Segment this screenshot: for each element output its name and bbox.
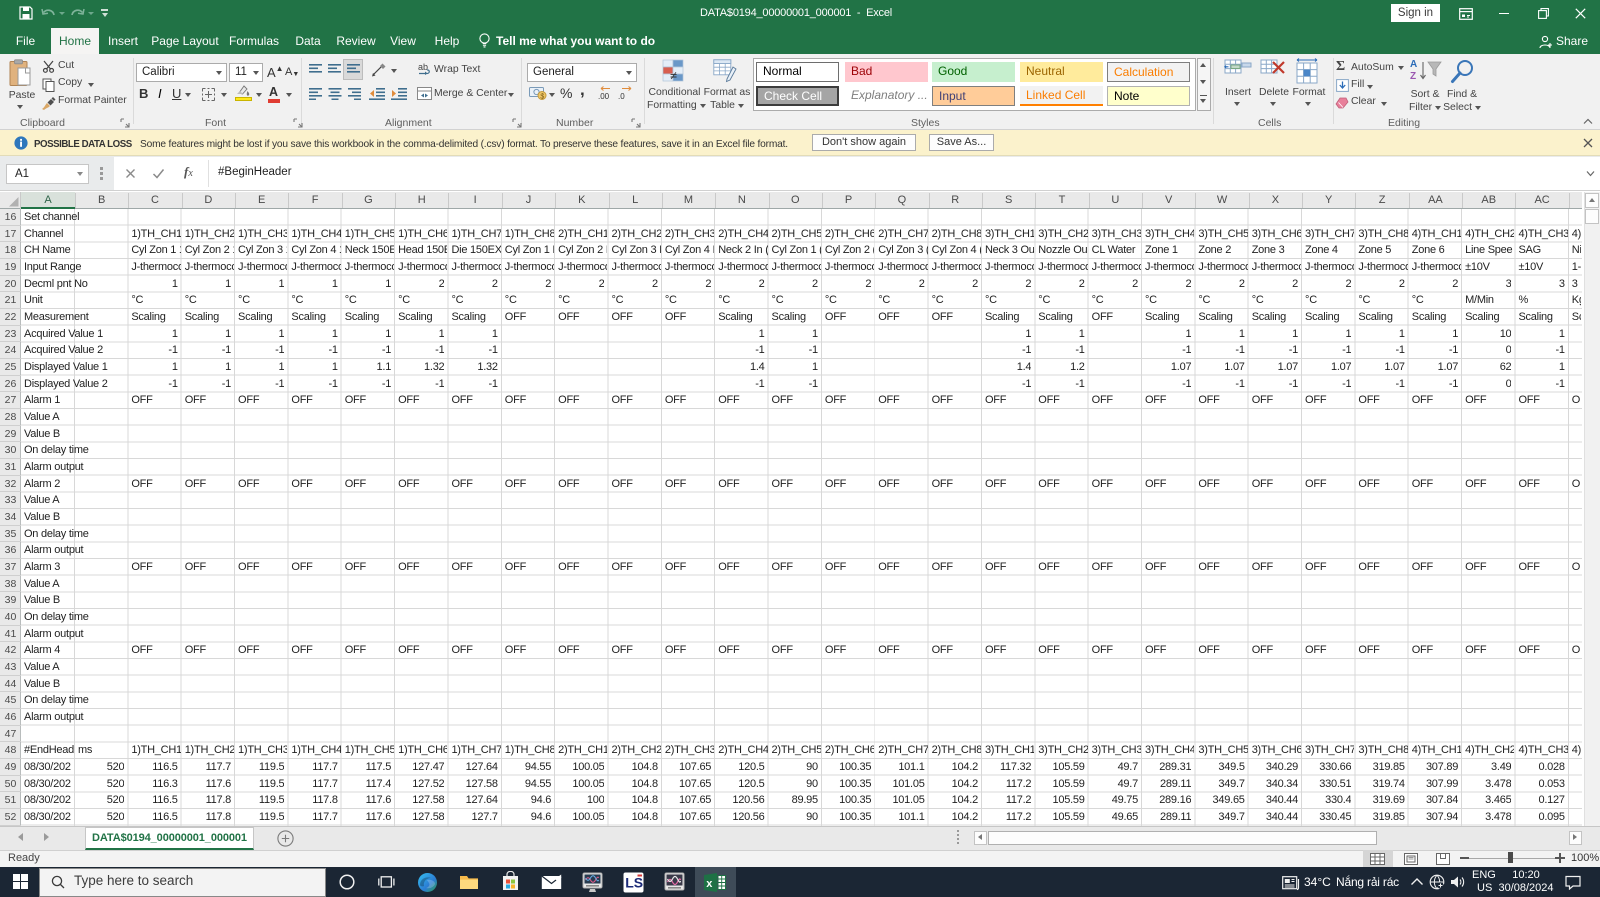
svg-text:ab: ab bbox=[418, 62, 428, 72]
svg-text:x: x bbox=[706, 878, 713, 890]
svg-text:.00: .00 bbox=[598, 92, 610, 100]
svg-text:≠: ≠ bbox=[670, 68, 677, 83]
svg-text:$: $ bbox=[540, 93, 544, 100]
svg-text:LS: LS bbox=[625, 875, 643, 891]
svg-text:.0: .0 bbox=[618, 92, 625, 100]
